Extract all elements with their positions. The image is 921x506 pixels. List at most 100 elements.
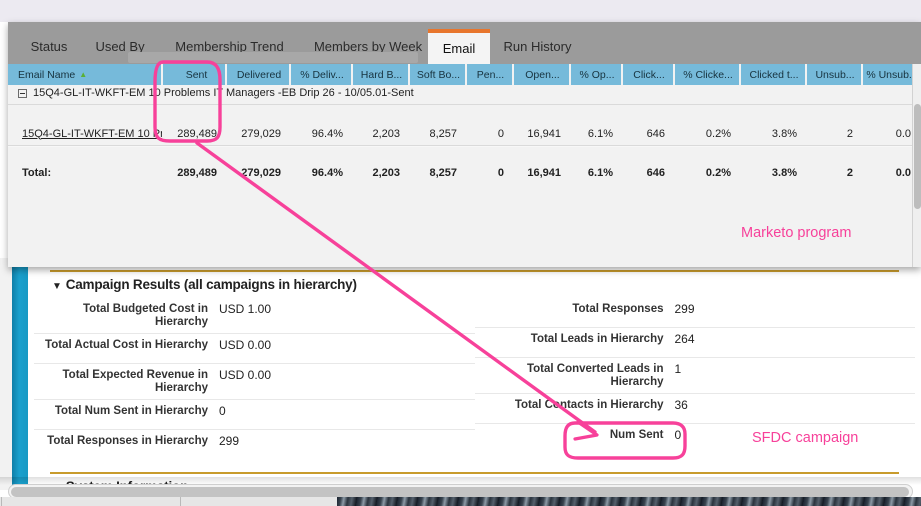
- column-header-hard-bounce[interactable]: Hard B...: [355, 64, 410, 85]
- cell-total-label: Total:: [22, 164, 162, 181]
- column-header-clicked[interactable]: Click...: [625, 64, 675, 85]
- background-photo: [337, 497, 921, 506]
- field-row: Total Expected Revenue in Hierarchy USD …: [34, 364, 475, 400]
- annotation-marketo-program-label: Marketo program: [741, 225, 852, 241]
- grid-vertical-scrollbar-thumb[interactable]: [914, 104, 921, 209]
- column-header-clicked-to-open[interactable]: Clicked t...: [743, 64, 807, 85]
- grid-group-row[interactable]: 15Q4-GL-IT-WKFT-EM 10 Problems IT Manage…: [8, 85, 921, 104]
- column-header-label: % Op...: [579, 68, 615, 81]
- tab-label: Run History: [503, 39, 572, 54]
- campaign-results-left-column: Total Budgeted Cost in Hierarchy USD 1.0…: [34, 298, 475, 460]
- field-label: Total Expected Revenue in Hierarchy: [62, 369, 209, 394]
- column-header-delivered[interactable]: Delivered: [229, 64, 291, 85]
- cell-total-pct-delivered: 96.4%: [293, 164, 353, 181]
- column-header-label: Clicked t...: [749, 68, 799, 81]
- cell-total-sent: 289,489: [168, 164, 227, 181]
- tab-run-history[interactable]: Run History: [490, 29, 585, 64]
- screenshot-root: ▼ Campaign Results (all campaigns in hier…: [0, 0, 921, 506]
- cell-total-clicked-to-open: 3.8%: [743, 164, 807, 181]
- field-label: Total Budgeted Cost in Hierarchy: [82, 303, 208, 328]
- page-left-accent-rail: [12, 258, 28, 490]
- field-value: 0: [219, 404, 226, 418]
- cell-total-pct-opened: 6.1%: [573, 164, 623, 181]
- cell-text: 16,941: [527, 166, 561, 179]
- field-value: USD 0.00: [219, 338, 272, 352]
- tab-label: Email: [442, 41, 476, 56]
- field-row: Total Leads in Hierarchy 264: [474, 328, 915, 358]
- table-row[interactable]: 15Q4-GL-IT-WKFT-EM 10 Pro... 289,489 279…: [8, 104, 921, 140]
- grid-header-row: Email Name ▲ Sent Delivered % Deliv... H…: [8, 64, 921, 85]
- cell-total-clicked: 646: [625, 164, 675, 181]
- column-header-label: Email Name: [18, 68, 76, 81]
- annotation-sfdc-campaign-label: SFDC campaign: [752, 430, 859, 446]
- marketo-tab-bar: Status Used By Membership Trend Members …: [8, 22, 921, 64]
- sfdc-page-body: ▼ Campaign Results (all campaigns in hier…: [28, 258, 921, 490]
- tab-status[interactable]: Status: [16, 29, 82, 64]
- cell-total-hard-bounce: 2,203: [355, 164, 410, 181]
- field-label: Total Responses: [572, 303, 664, 315]
- cell-text: 2: [846, 166, 853, 179]
- field-value: 1: [674, 362, 682, 376]
- field-row: Total Converted Leads in Hierarchy 1: [474, 358, 915, 394]
- column-header-label: % Deliv...: [300, 68, 344, 81]
- cell-text: 646: [646, 166, 665, 179]
- field-label: Total Num Sent in Hierarchy: [54, 405, 208, 417]
- cell-total-delivered: 279,029: [229, 164, 291, 181]
- field-label: Num Sent: [609, 429, 664, 441]
- tab-label: Status: [30, 39, 68, 54]
- field-row: Total Actual Cost in Hierarchy USD 0.00: [34, 334, 475, 364]
- cell-text: 289,489: [177, 166, 217, 179]
- field-value: 299: [674, 302, 695, 316]
- column-header-unsubscribed[interactable]: Unsub...: [809, 64, 863, 85]
- desktop-background-top: [0, 0, 921, 22]
- column-header-label: % Clicke...: [683, 68, 733, 81]
- column-header-label: Unsub...: [815, 68, 855, 81]
- grid-horizontal-scrollbar[interactable]: [128, 52, 418, 63]
- column-header-pct-clicked[interactable]: % Clicke...: [677, 64, 741, 85]
- grid-vertical-scrollbar[interactable]: [912, 64, 921, 267]
- cell-text: Total:: [22, 166, 52, 179]
- cell-text: 0.2%: [705, 166, 731, 179]
- column-header-sent[interactable]: Sent: [168, 64, 227, 85]
- column-header-label: Hard B...: [360, 68, 403, 81]
- collapse-triangle-icon[interactable]: ▼: [52, 281, 62, 292]
- cell-total-soft-bounce: 8,257: [412, 164, 467, 181]
- cell-text: 6.1%: [587, 166, 613, 179]
- field-value: 36: [674, 398, 688, 412]
- cell-text: 0.0: [895, 166, 911, 179]
- column-header-pending[interactable]: Pen...: [469, 64, 514, 85]
- field-value: USD 0.00: [219, 368, 272, 382]
- column-header-pct-delivered[interactable]: % Deliv...: [293, 64, 353, 85]
- column-header-soft-bounce[interactable]: Soft Bo...: [412, 64, 467, 85]
- column-header-pct-opened[interactable]: % Op...: [573, 64, 623, 85]
- collapse-group-icon[interactable]: [18, 89, 27, 98]
- cell-total-pending: 0: [469, 164, 514, 181]
- field-row: Total Num Sent in Hierarchy 0: [34, 400, 475, 430]
- column-header-opened[interactable]: Open...: [516, 64, 571, 85]
- table-total-row: Total: 289,489 279,029 96.4% 2,203 8,257…: [8, 123, 921, 179]
- page-horizontal-scrollbar-thumb[interactable]: [11, 487, 909, 497]
- field-label: Total Converted Leads in Hierarchy: [526, 363, 664, 388]
- cell-text: 3.8%: [771, 166, 797, 179]
- tab-email[interactable]: Email: [428, 29, 490, 64]
- column-header-email-name[interactable]: Email Name ▲: [8, 64, 163, 85]
- campaign-results-title: Campaign Results (all campaigns in hiera…: [65, 277, 357, 292]
- desktop-strip: [0, 497, 921, 506]
- column-header-label: % Unsub...: [866, 68, 918, 81]
- field-row: Total Budgeted Cost in Hierarchy USD 1.0…: [34, 298, 475, 334]
- column-header-label: Sent: [185, 68, 208, 81]
- cell-text: 0: [497, 166, 504, 179]
- group-row-label: 15Q4-GL-IT-WKFT-EM 10 Problems IT Manage…: [33, 87, 414, 99]
- column-header-label: Pen...: [476, 68, 505, 81]
- field-label: Total Responses in Hierarchy: [47, 435, 208, 447]
- cell-text: 8,257: [429, 166, 457, 179]
- sort-ascending-icon: ▲: [79, 70, 88, 79]
- campaign-results-header[interactable]: ▼ Campaign Results (all campaigns in hier…: [28, 272, 921, 298]
- cell-text: 96.4%: [311, 166, 343, 179]
- field-label: Total Leads in Hierarchy: [530, 333, 664, 345]
- field-value: 264: [674, 332, 695, 346]
- column-header-label: Soft Bo...: [416, 68, 461, 81]
- cell-total-pct-clicked: 0.2%: [677, 164, 741, 181]
- cell-total-unsubscribed: 2: [809, 164, 863, 181]
- cell-text: 279,029: [241, 166, 281, 179]
